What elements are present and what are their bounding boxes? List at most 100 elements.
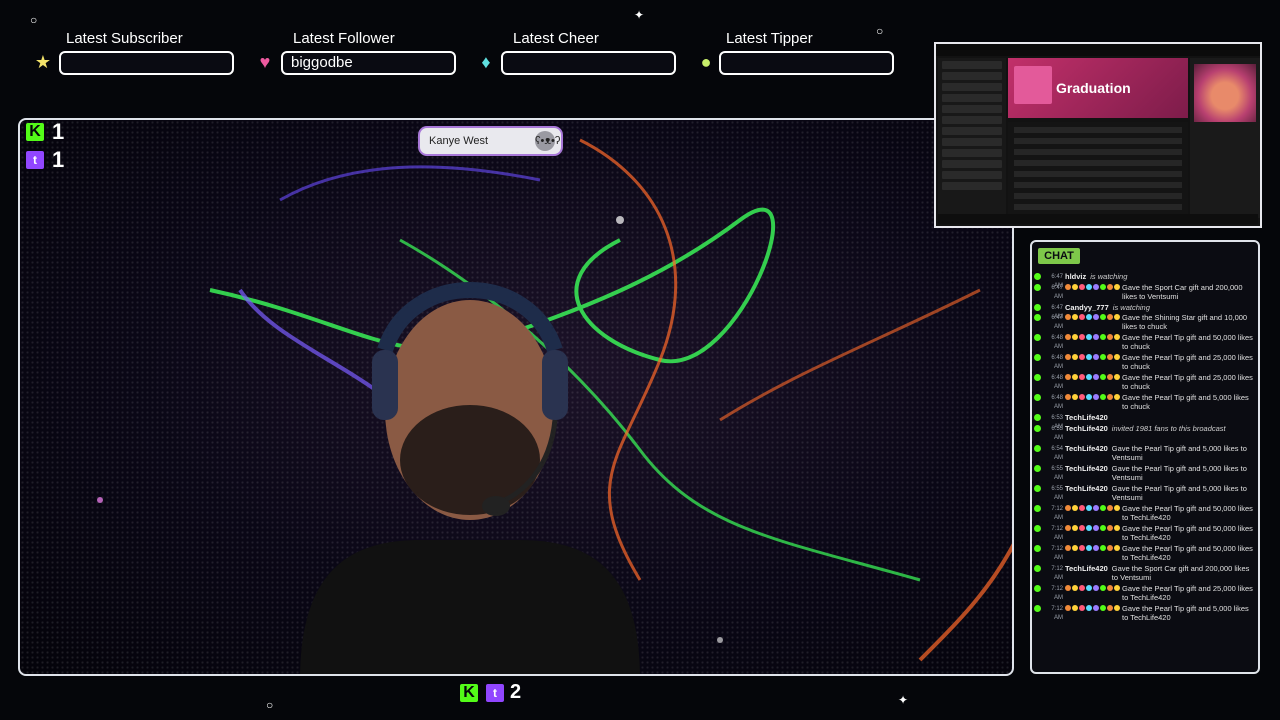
chat-username[interactable]: TechLife420 [1065,464,1108,473]
latest-subscriber-label: Latest Subscriber [66,30,183,47]
sparkle-icon: ✦ [634,8,645,22]
chat-message-text: Gave the Pearl Tip gift and 5,000 likes … [1122,393,1249,411]
chat-message: 6:48 AM Gave the Pearl Tip gift and 50,00… [1034,333,1256,353]
chat-message: 6:48 AM Gave the Pearl Tip gift and 25,00… [1034,353,1256,373]
chat-username[interactable]: TechLife420 [1065,484,1108,493]
kick-badge-icon [1034,444,1041,452]
kick-viewer-count: 1 [52,119,65,144]
latest-follower-value: biggodbe [281,51,456,75]
kick-badge-icon [1034,604,1041,612]
badge-icons [1065,524,1120,531]
chat-message: 6:55 AM TechLife420 Gave the Pearl Tip gif… [1034,484,1256,504]
chat-message: 6:55 AM TechLife420 Gave the Pearl Tip gif… [1034,464,1256,484]
latest-cheer-label: Latest Cheer [513,30,599,47]
chat-timestamp: 6:48 AM [1051,335,1063,350]
chat-message: 7:12 AM Gave the Pearl Tip gift and 25,00… [1034,584,1256,604]
album-cover [1194,64,1256,122]
latest-tipper-label: Latest Tipper [726,30,813,47]
chat-timestamp: 6:54 AM [1051,445,1063,461]
badge-icons [1065,584,1120,591]
webcam-frame [18,118,1014,676]
chat-message-text: Gave the Shining Star gift and 10,000 li… [1122,313,1248,331]
chat-message-text: Gave the Pearl Tip gift and 5,000 likes … [1122,603,1249,622]
chat-timestamp: 7:12 AM [1051,605,1063,621]
chat-username[interactable]: Candyy_777 [1065,303,1109,312]
chat-message: 6:47 AM Gave the Sport Car gift and 200,0… [1034,283,1256,303]
now-playing-widget: Kanye West ʕ•ᴥ•ʔ [418,126,563,156]
latest-follower-label: Latest Follower [293,30,395,47]
total-viewer-count: 2 [510,681,522,703]
chat-message-text: Gave the Pearl Tip gift and 25,000 likes… [1122,353,1253,371]
chat-username[interactable]: hldviz [1065,272,1086,281]
chat-message: 7:12 AM Gave the Pearl Tip gift and 5,000… [1034,604,1256,624]
kick-badge-icon [1034,394,1041,401]
chat-message-text: Gave the Pearl Tip gift and 50,000 likes… [1122,333,1253,351]
chat-username[interactable]: TechLife420 [1065,564,1108,573]
kick-icon: K [460,684,478,702]
badge-icons [1065,333,1120,340]
chat-message: 6:47 AM Candyy_777 is watching [1034,303,1256,320]
coin-icon: ● [700,52,712,72]
badge-icons [1065,313,1120,320]
spotify-titlebar [936,44,1260,56]
chat-message-text: Gave the Pearl Tip gift and 5,000 likes … [1111,463,1247,482]
badge-icons [1065,604,1120,611]
kick-badge-icon [1034,314,1041,321]
gem-icon: ♦ [481,52,491,72]
kick-badge-icon [1034,484,1041,492]
chat-title: CHAT [1038,248,1080,264]
chat-message: 6:53 AM TechLife420 invited 1981 fans to t… [1034,424,1256,444]
chat-timestamp: 6:55 AM [1051,465,1063,481]
kick-badge-icon [1034,354,1041,361]
chat-message: 7:12 AM Gave the Pearl Tip gift and 50,00… [1034,544,1256,564]
kick-badge-icon [1034,273,1041,280]
chat-timestamp: 6:53 AM [1051,425,1063,441]
kick-badge-icon [1034,374,1041,381]
chat-username[interactable]: TechLife420 [1065,413,1108,422]
spotify-album-header: Graduation [1008,58,1188,118]
latest-tipper-value [719,51,894,75]
badge-icons [1065,393,1120,400]
chat-message-text: invited 1981 fans to this broadcast [1111,423,1226,433]
star-icon: ★ [34,52,52,72]
chat-message: 6:47 AM hldviz is watching [1034,272,1256,289]
bear-icon: ʕ•ᴥ•ʔ [535,131,560,151]
spotify-tracklist [1008,122,1188,218]
chat-message: 7:12 AM Gave the Pearl Tip gift and 50,00… [1034,504,1256,524]
chat-timestamp: 7:12 AM [1051,565,1063,581]
spotify-window-capture: Graduation [934,42,1262,228]
chat-message: 6:53 AM TechLife420 [1034,413,1256,430]
kick-badge-icon [1034,584,1041,592]
chat-timestamp: 7:12 AM [1051,525,1063,541]
kick-badge-icon [1034,504,1041,512]
chat-timestamp: 6:47 AM [1051,284,1063,300]
spotify-sidebar [938,58,1006,218]
chat-message-text: Gave the Pearl Tip gift and 25,000 likes… [1122,583,1253,602]
chat-timestamp: 7:12 AM [1051,505,1063,521]
chat-timestamp: 6:48 AM [1051,355,1063,370]
chat-username[interactable]: TechLife420 [1065,444,1108,453]
kick-badge-icon [1034,283,1041,291]
now-playing-artist: Kanye West [429,135,489,147]
kick-badge-icon [1034,303,1041,311]
heart-icon: ♥ [259,52,271,72]
kick-badge-icon [1034,464,1041,472]
chat-message-list: 6:47 AM hldviz is watching 6:47 AM Gave the … [1034,272,1256,624]
chat-message-text: Gave the Pearl Tip gift and 25,000 likes… [1122,373,1253,391]
chat-timestamp: 7:12 AM [1051,545,1063,561]
album-title: Graduation [1056,80,1131,96]
kick-badge-icon [1034,564,1041,572]
kick-badge-icon [1034,544,1041,552]
album-art [1014,66,1052,104]
chat-username[interactable]: TechLife420 [1065,424,1108,433]
twitch-icon: t [486,684,504,702]
latest-cheer-value [501,51,676,75]
chat-message-text: Gave the Pearl Tip gift and 50,000 likes… [1122,503,1253,522]
chat-message-text: Gave the Pearl Tip gift and 50,000 likes… [1122,543,1253,562]
chat-message-text: Gave the Sport Car gift and 200,000 like… [1111,563,1250,582]
chat-timestamp: 6:55 AM [1051,485,1063,501]
streamer-webcam [300,282,640,674]
badge-icons [1065,353,1120,360]
sparkle-icon: ○ [876,24,884,38]
chat-message: 7:12 AM TechLife420 Gave the Sport Car gif… [1034,564,1256,584]
